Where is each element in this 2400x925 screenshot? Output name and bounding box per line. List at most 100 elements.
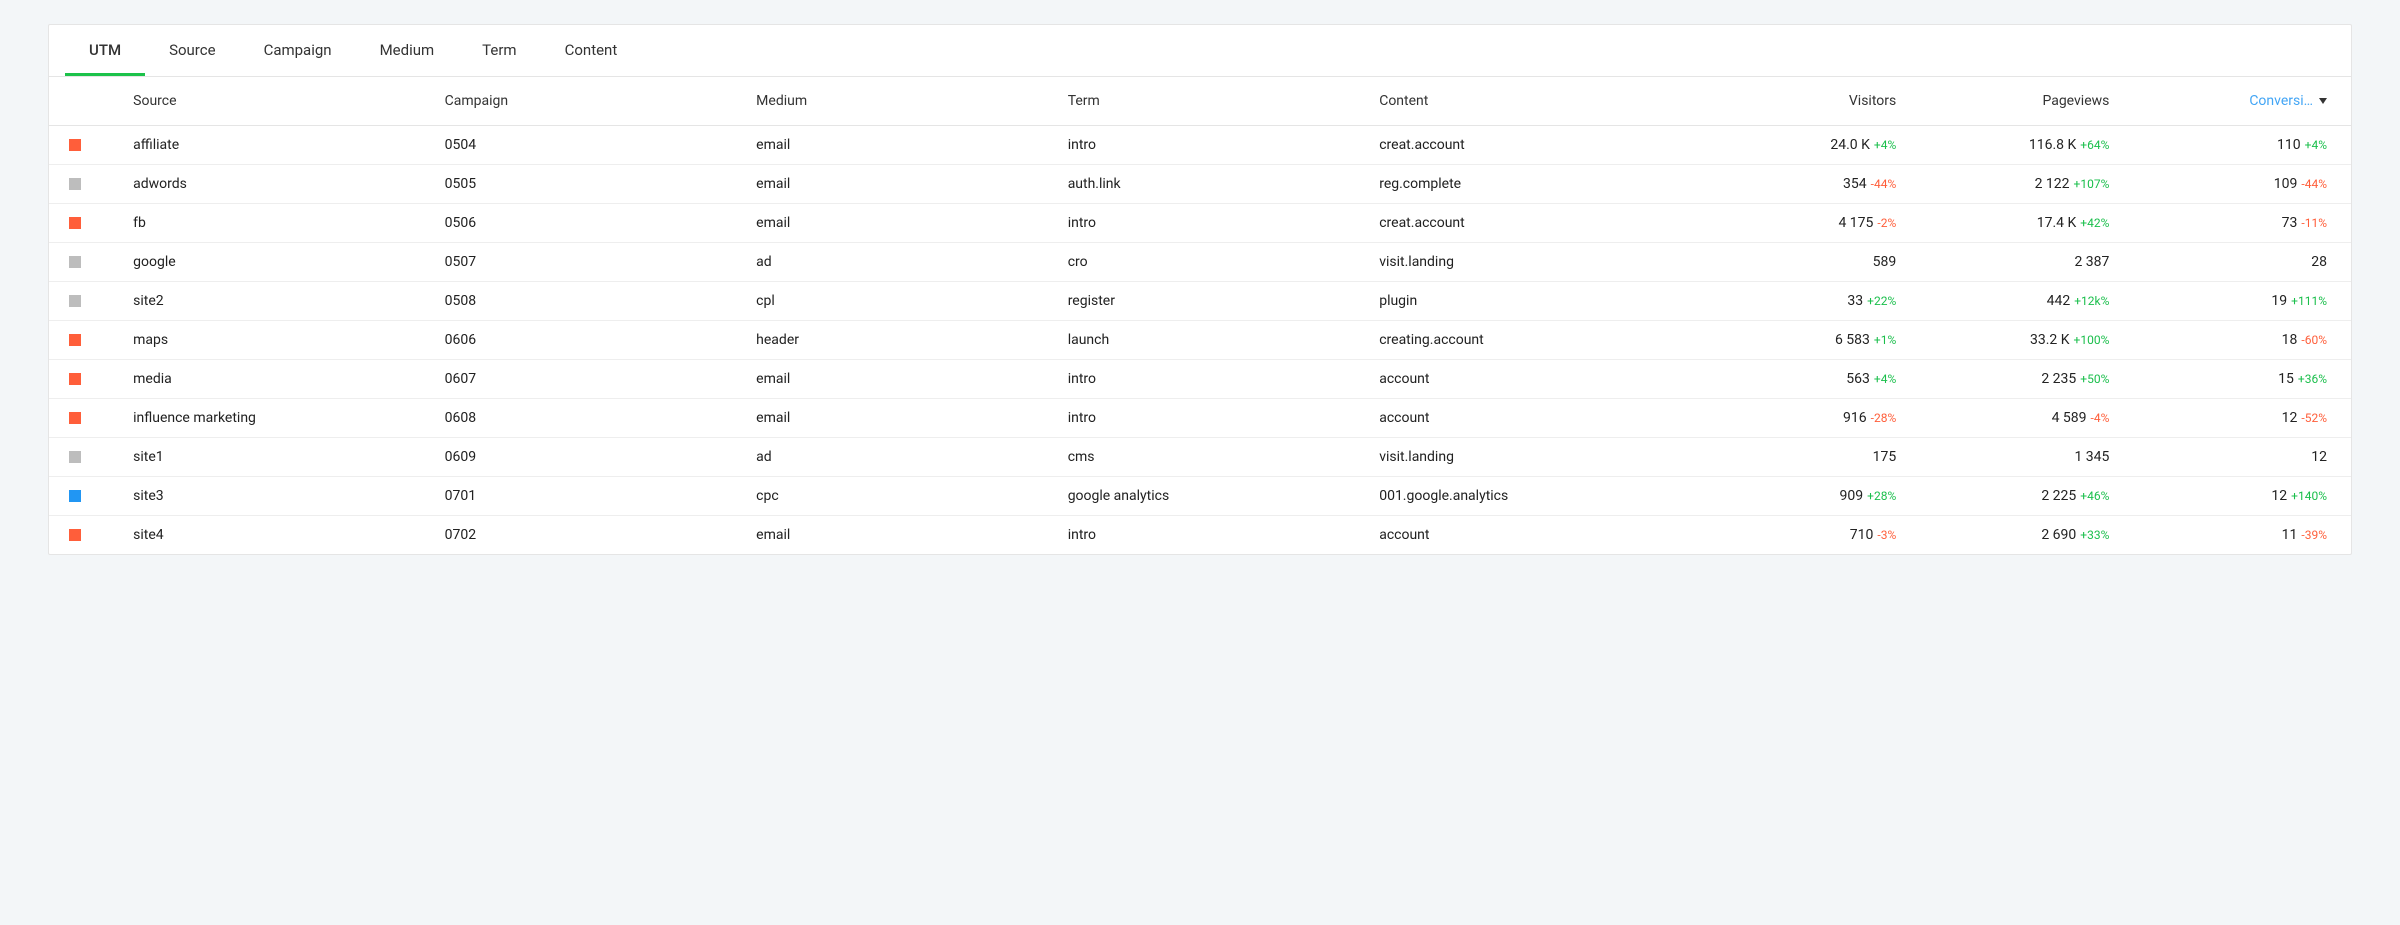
status-swatch-icon: [69, 139, 81, 151]
cell-conversions-delta: -11%: [2301, 216, 2327, 230]
cell-pageviews: 2 387: [1908, 243, 2121, 282]
cell-pageviews-value: 116.8 K: [2029, 137, 2076, 153]
cell-medium: email: [744, 399, 1056, 438]
cell-term: intro: [1056, 516, 1368, 555]
table-row[interactable]: site20508cplregisterplugin33+22%442+12k%…: [49, 282, 2351, 321]
table-row[interactable]: maps0606headerlaunchcreating.account6 58…: [49, 321, 2351, 360]
cell-pageviews-delta: +46%: [2080, 489, 2109, 503]
cell-pageviews-delta: +64%: [2080, 138, 2109, 152]
header-campaign[interactable]: Campaign: [433, 77, 745, 126]
cell-content: account: [1367, 399, 1695, 438]
header-conversions[interactable]: Conversi…: [2121, 77, 2351, 126]
cell-pageviews-delta: +100%: [2074, 333, 2110, 347]
cell-term: register: [1056, 282, 1368, 321]
header-medium[interactable]: Medium: [744, 77, 1056, 126]
cell-conversions-delta: -52%: [2301, 411, 2327, 425]
cell-content: account: [1367, 360, 1695, 399]
header-term[interactable]: Term: [1056, 77, 1368, 126]
cell-pageviews-value: 1 345: [2074, 449, 2109, 465]
cell-term: intro: [1056, 399, 1368, 438]
cell-campaign: 0606: [433, 321, 745, 360]
cell-conversions-value: 109: [2274, 176, 2298, 192]
cell-campaign: 0608: [433, 399, 745, 438]
cell-medium: cpc: [744, 477, 1056, 516]
cell-visitors: 4 175-2%: [1695, 204, 1908, 243]
cell-conversions: 110+4%: [2121, 126, 2351, 165]
cell-pageviews-value: 2 122: [2035, 176, 2070, 192]
table-row[interactable]: fb0506emailintrocreat.account4 175-2%17.…: [49, 204, 2351, 243]
table-row[interactable]: adwords0505emailauth.linkreg.complete354…: [49, 165, 2351, 204]
cell-visitors-value: 354: [1843, 176, 1867, 192]
row-swatch-cell: [49, 126, 121, 165]
status-swatch-icon: [69, 256, 81, 268]
cell-term: auth.link: [1056, 165, 1368, 204]
cell-visitors: 916-28%: [1695, 399, 1908, 438]
tab-term[interactable]: Term: [458, 25, 540, 76]
status-swatch-icon: [69, 217, 81, 229]
cell-content: 001.google.analytics: [1367, 477, 1695, 516]
tab-campaign[interactable]: Campaign: [240, 25, 356, 76]
table-row[interactable]: google0507adcrovisit.landing5892 38728: [49, 243, 2351, 282]
table-row[interactable]: media0607emailintroaccount563+4%2 235+50…: [49, 360, 2351, 399]
table-row[interactable]: site40702emailintroaccount710-3%2 690+33…: [49, 516, 2351, 555]
tab-utm[interactable]: UTM: [65, 25, 145, 76]
table-row[interactable]: affiliate0504emailintrocreat.account24.0…: [49, 126, 2351, 165]
cell-visitors-delta: -44%: [1871, 177, 1897, 191]
cell-conversions-delta: +111%: [2291, 294, 2327, 308]
header-source[interactable]: Source: [121, 77, 433, 126]
cell-term: intro: [1056, 360, 1368, 399]
cell-content: creating.account: [1367, 321, 1695, 360]
table-row[interactable]: site10609adcmsvisit.landing1751 34512: [49, 438, 2351, 477]
row-swatch-cell: [49, 516, 121, 555]
status-swatch-icon: [69, 490, 81, 502]
cell-visitors-delta: -3%: [1877, 528, 1896, 542]
cell-pageviews: 17.4 K+42%: [1908, 204, 2121, 243]
row-swatch-cell: [49, 243, 121, 282]
tab-medium[interactable]: Medium: [356, 25, 459, 76]
cell-conversions-delta: -60%: [2301, 333, 2327, 347]
cell-campaign: 0508: [433, 282, 745, 321]
cell-visitors: 563+4%: [1695, 360, 1908, 399]
cell-pageviews: 442+12k%: [1908, 282, 2121, 321]
cell-pageviews-value: 33.2 K: [2030, 332, 2070, 348]
cell-visitors-value: 175: [1873, 449, 1897, 465]
table-row[interactable]: site30701cpcgoogle analytics001.google.a…: [49, 477, 2351, 516]
cell-pageviews-value: 2 387: [2074, 254, 2109, 270]
cell-visitors-delta: +22%: [1867, 294, 1896, 308]
cell-source: adwords: [121, 165, 433, 204]
cell-visitors-delta: +4%: [1874, 138, 1896, 152]
cell-source: site1: [121, 438, 433, 477]
table-row[interactable]: influence marketing0608emailintroaccount…: [49, 399, 2351, 438]
cell-conversions-value: 28: [2311, 254, 2327, 270]
cell-content: creat.account: [1367, 204, 1695, 243]
status-swatch-icon: [69, 178, 81, 190]
cell-pageviews-delta: +107%: [2074, 177, 2110, 191]
cell-medium: email: [744, 360, 1056, 399]
cell-pageviews-value: 4 589: [2052, 410, 2087, 426]
tab-source[interactable]: Source: [145, 25, 239, 76]
cell-term: google analytics: [1056, 477, 1368, 516]
utm-table: Source Campaign Medium Term Content Visi…: [49, 77, 2351, 554]
cell-conversions: 19+111%: [2121, 282, 2351, 321]
cell-visitors: 6 583+1%: [1695, 321, 1908, 360]
header-visitors[interactable]: Visitors: [1695, 77, 1908, 126]
cell-medium: email: [744, 204, 1056, 243]
cell-pageviews: 1 345: [1908, 438, 2121, 477]
cell-campaign: 0505: [433, 165, 745, 204]
cell-visitors-delta: +28%: [1867, 489, 1896, 503]
cell-medium: email: [744, 516, 1056, 555]
cell-campaign: 0507: [433, 243, 745, 282]
status-swatch-icon: [69, 295, 81, 307]
cell-conversions: 12+140%: [2121, 477, 2351, 516]
cell-pageviews-value: 442: [2047, 293, 2071, 309]
cell-pageviews: 2 690+33%: [1908, 516, 2121, 555]
header-pageviews[interactable]: Pageviews: [1908, 77, 2121, 126]
cell-source: site3: [121, 477, 433, 516]
tab-content[interactable]: Content: [541, 25, 642, 76]
cell-conversions-delta: +36%: [2298, 372, 2327, 386]
header-content[interactable]: Content: [1367, 77, 1695, 126]
cell-content: visit.landing: [1367, 243, 1695, 282]
cell-visitors: 909+28%: [1695, 477, 1908, 516]
cell-visitors: 589: [1695, 243, 1908, 282]
cell-visitors: 354 -44%: [1695, 165, 1908, 204]
